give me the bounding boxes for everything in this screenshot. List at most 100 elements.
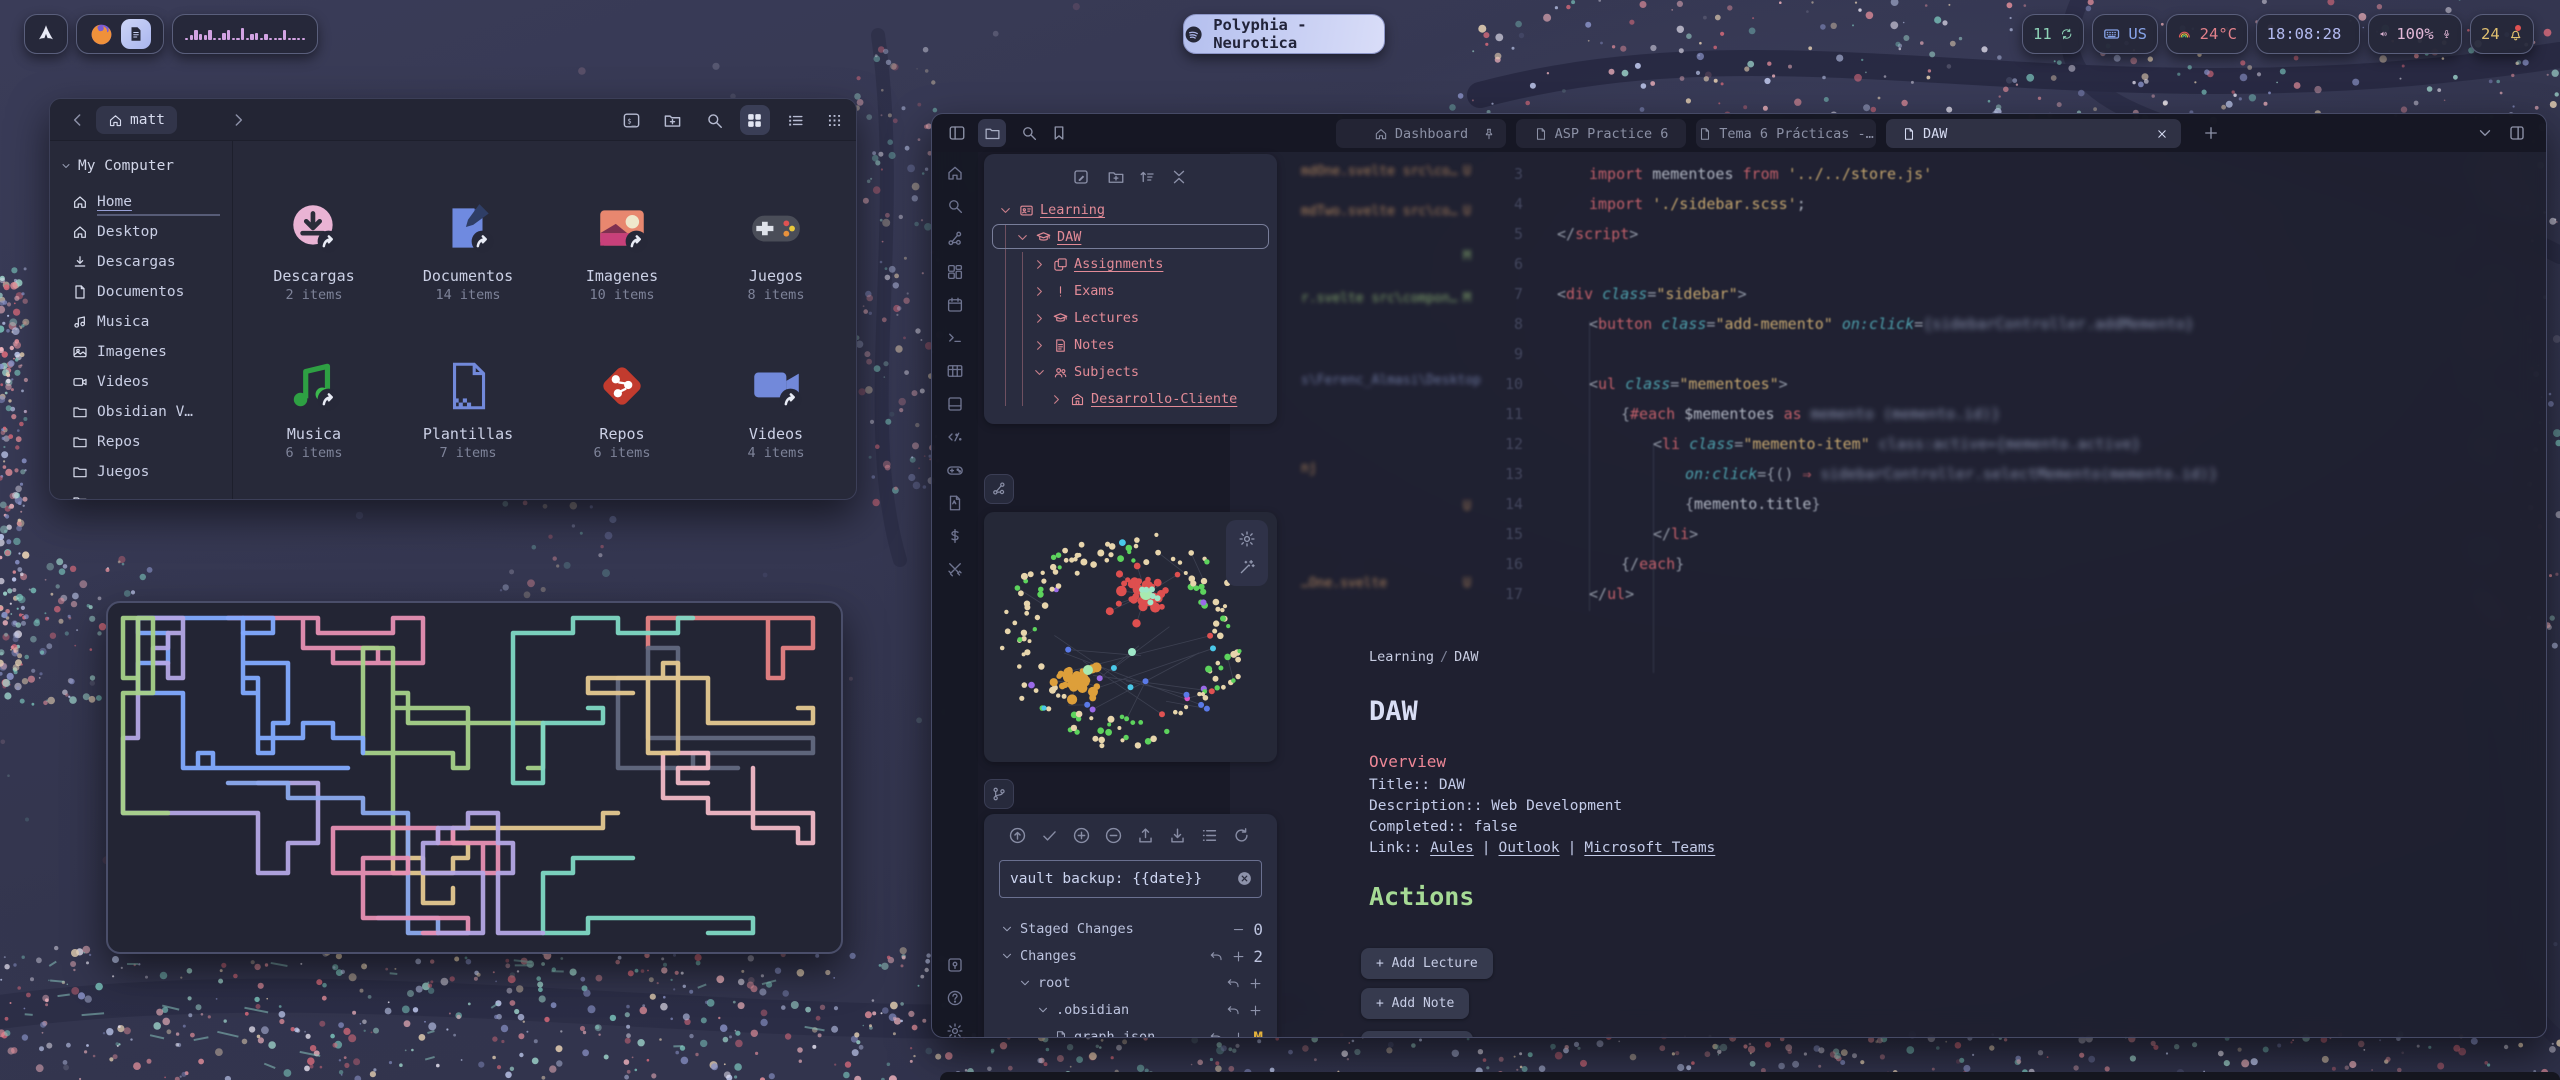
updates-module[interactable]: 11 [2022, 14, 2084, 54]
close-icon[interactable] [2155, 127, 2169, 141]
tab-dashboard[interactable]: Dashboard [1336, 119, 1506, 148]
git-collapse-button[interactable] [984, 779, 1014, 809]
folder-musica[interactable]: Musica6 items [239, 357, 389, 461]
back-button[interactable] [68, 110, 88, 130]
stage-icon[interactable] [1248, 976, 1263, 991]
tree-item-subjects[interactable]: Subjects [1032, 360, 1139, 384]
volume-module[interactable]: 100% [2368, 14, 2462, 54]
git-row-graph-json[interactable]: graph.json [1054, 1025, 1155, 1038]
search-icon[interactable] [1020, 124, 1038, 142]
commit-push-icon[interactable] [1008, 826, 1027, 845]
ribbon-vault-icon[interactable] [946, 956, 964, 974]
ribbon-gear-icon[interactable] [946, 1022, 964, 1038]
ribbon-swords-icon[interactable] [946, 560, 964, 578]
git-row-staged-changes[interactable]: Staged Changes [1000, 917, 1134, 941]
folder-imagenes[interactable]: Imagenes10 items [547, 199, 697, 303]
notifications-module[interactable]: 24 [2470, 14, 2534, 54]
grid-view-icon[interactable] [745, 111, 764, 130]
sidebar-item-videos[interactable]: Videos [72, 369, 228, 395]
ribbon-help-icon[interactable] [946, 989, 964, 1007]
sidebar-section-header[interactable]: My Computer [60, 158, 174, 174]
right-sidebar-toggle-icon[interactable] [2508, 124, 2526, 142]
tree-item-desarrollo-cliente[interactable]: Desarrollo-Cliente [1049, 387, 1237, 411]
sidebar-item-musica[interactable]: Musica [72, 309, 228, 335]
dense-grid-icon[interactable] [825, 111, 844, 130]
ribbon-gamepad-icon[interactable] [946, 461, 964, 479]
clock-module[interactable]: 18:08:28 [2256, 14, 2360, 54]
ribbon-search-icon[interactable] [946, 197, 964, 215]
new-folder-icon[interactable] [1107, 168, 1125, 186]
clear-message-icon[interactable] [1236, 870, 1253, 887]
launcher-button[interactable] [24, 14, 68, 54]
sidebar-item-repos[interactable]: Repos [72, 429, 228, 455]
sidebar-item-home[interactable]: Home [72, 189, 228, 215]
folder-repos[interactable]: Repos6 items [547, 357, 697, 461]
sort-icon[interactable] [1138, 168, 1156, 186]
forward-button[interactable] [228, 110, 248, 130]
git-row--obsidian[interactable]: .obsidian [1036, 998, 1129, 1022]
note-breadcrumb[interactable]: Learning/DAW [1369, 649, 1479, 665]
search-icon[interactable] [705, 111, 724, 130]
list-view-icon[interactable] [786, 111, 805, 130]
stage-icon[interactable] [1248, 1003, 1263, 1018]
unstage-all-icon[interactable] [1104, 826, 1123, 845]
folder-videos[interactable]: Videos4 items [701, 357, 851, 461]
stage-icon[interactable] [1231, 1030, 1246, 1039]
link-outlook[interactable]: Outlook [1499, 840, 1560, 856]
button--add-note[interactable]: + Add Note [1361, 988, 1469, 1019]
breadcrumb[interactable]: matt [96, 106, 177, 134]
collapse-icon[interactable] [1170, 168, 1188, 186]
files-view-button[interactable] [978, 119, 1006, 147]
sidebar-item-partial[interactable] [72, 489, 228, 500]
ribbon-calendar-icon[interactable] [946, 296, 964, 314]
refresh-icon[interactable] [1232, 826, 1251, 845]
tree-item-daw[interactable]: DAW [1015, 225, 1081, 249]
git-row-root[interactable]: root [1018, 971, 1071, 995]
tab-asp-practice-6[interactable]: ASP Practice 6 [1516, 119, 1686, 148]
sidebar-toggle-icon[interactable] [948, 124, 966, 142]
folder-descargas[interactable]: Descargas2 items [239, 199, 389, 303]
media-pill[interactable]: Polyphia - Neurotica [1183, 14, 1385, 54]
sidebar-item-imagenes[interactable]: Imagenes [72, 339, 228, 365]
stage-icon[interactable] [1231, 949, 1246, 964]
partial-button[interactable] [1361, 1031, 1473, 1038]
button--add-lecture[interactable]: + Add Lecture [1361, 948, 1493, 979]
new-note-icon[interactable] [1072, 168, 1090, 186]
discard-icon[interactable] [1226, 976, 1241, 991]
filter-wand-icon[interactable] [1238, 558, 1256, 576]
tree-item-learning[interactable]: Learning [998, 198, 1105, 222]
ribbon-code-percent-icon[interactable] [946, 428, 964, 446]
new-tab-button[interactable] [2202, 124, 2220, 142]
ribbon-dollar-icon[interactable] [946, 527, 964, 545]
ribbon-terminal-icon[interactable] [946, 329, 964, 347]
terminal-icon[interactable]: $_ [622, 111, 641, 130]
new-folder-icon[interactable] [663, 111, 682, 130]
sidebar-item-obsidian-v-[interactable]: Obsidian V… [72, 399, 228, 425]
sidebar-item-documentos[interactable]: Documentos [72, 279, 228, 305]
tab-tema-6-pr-cticas-[interactable]: Tema 6 Prácticas -… [1696, 119, 1876, 148]
git-row-changes[interactable]: Changes [1000, 944, 1077, 968]
ribbon-layout-icon[interactable] [946, 395, 964, 413]
sidebar-item-desktop[interactable]: Desktop [72, 219, 228, 245]
ribbon-graph-icon[interactable] [946, 230, 964, 248]
tree-item-lectures[interactable]: Lectures [1032, 306, 1139, 330]
folder-documentos[interactable]: Documentos14 items [393, 199, 543, 303]
tree-item-exams[interactable]: Exams [1032, 279, 1115, 303]
ribbon-cards-icon[interactable] [946, 263, 964, 281]
link-aules[interactable]: Aules [1430, 840, 1474, 856]
ribbon-table-icon[interactable] [946, 362, 964, 380]
document-app-app-button[interactable] [121, 19, 151, 49]
stage-all-icon[interactable] [1072, 826, 1091, 845]
file-list-icon[interactable] [1200, 826, 1219, 845]
discard-icon[interactable] [1209, 949, 1224, 964]
graph-collapse-button[interactable] [984, 474, 1014, 504]
folder-plantillas[interactable]: Plantillas7 items [393, 357, 543, 461]
keyboard-layout-module[interactable]: US [2092, 14, 2158, 54]
discard-icon[interactable] [1226, 1003, 1241, 1018]
ribbon-home-icon[interactable] [946, 164, 964, 182]
tree-item-notes[interactable]: Notes [1032, 333, 1115, 357]
unstage-icon[interactable] [1231, 922, 1246, 937]
sidebar-item-juegos[interactable]: Juegos [72, 459, 228, 485]
weather-module[interactable]: 24°C [2166, 14, 2248, 54]
firefox-app-button[interactable] [89, 22, 114, 47]
